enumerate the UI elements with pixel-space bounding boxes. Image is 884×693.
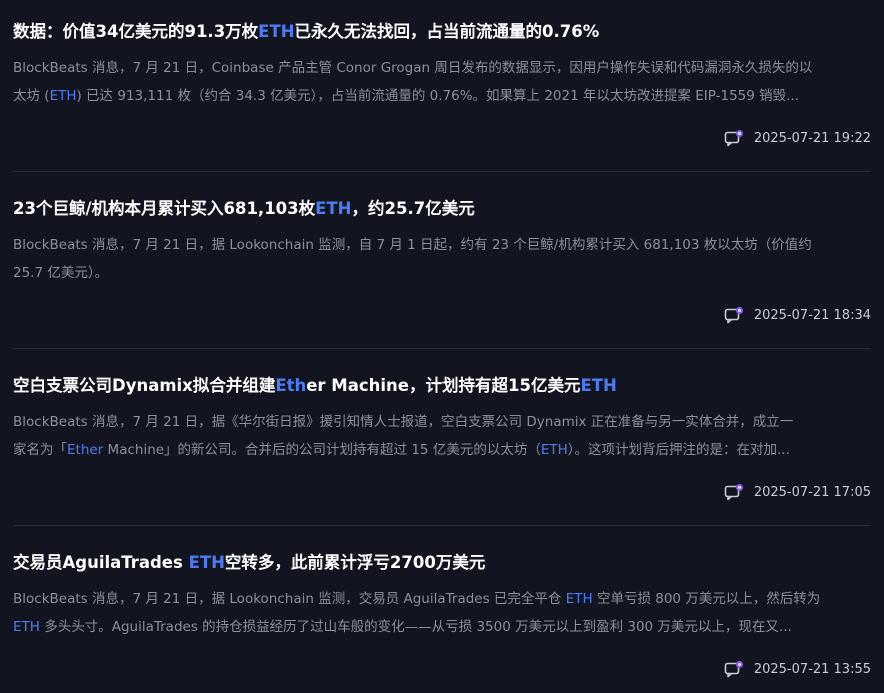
divider: [13, 348, 871, 349]
news-summary: BlockBeats 消息，7 月 21 日，据《华尔街日报》援引知情人士报道，…: [13, 408, 871, 464]
timestamp: 2025-07-21 19:22: [753, 130, 871, 146]
highlight-link[interactable]: ETH: [50, 88, 77, 104]
news-title[interactable]: 23个巨鲸/机构本月累计买入681,103枚ETH，约25.7亿美元: [13, 197, 871, 221]
title-text: 已永久无法找回，占当前流通量的0.76%: [294, 22, 600, 41]
share-icon[interactable]: [724, 660, 744, 678]
divider: [13, 525, 871, 526]
title-highlight: ETH: [188, 553, 225, 572]
summary-line: 家名为「Ether Machine」的新公司。合并后的公司计划持有超过 15 亿…: [13, 442, 790, 458]
share-icon[interactable]: [724, 306, 744, 324]
highlight-link[interactable]: ETH: [13, 619, 40, 635]
news-item[interactable]: 数据：价值34亿美元的91.3万枚ETH已永久无法找回，占当前流通量的0.76%…: [13, 20, 871, 110]
news-meta: 2025-07-21 18:34: [724, 305, 871, 325]
news-item[interactable]: 空白支票公司Dynamix拟合并组建Ether Machine，计划持有超15亿…: [13, 374, 871, 464]
news-title[interactable]: 数据：价值34亿美元的91.3万枚ETH已永久无法找回，占当前流通量的0.76%: [13, 20, 871, 44]
summary-line: 25.7 亿美元）。: [13, 265, 109, 281]
summary-line: BlockBeats 消息，7 月 21 日，据 Lookonchain 监测，…: [13, 591, 821, 607]
news-title[interactable]: 空白支票公司Dynamix拟合并组建Ether Machine，计划持有超15亿…: [13, 374, 871, 398]
news-meta: 2025-07-21 17:05: [724, 482, 871, 502]
summary-line: BlockBeats 消息，7 月 21 日，据 Lookonchain 监测，…: [13, 237, 812, 253]
timestamp: 2025-07-21 18:34: [753, 307, 871, 323]
news-item[interactable]: 交易员AguilaTrades ETH空转多，此前累计浮亏2700万美元 Blo…: [13, 551, 871, 641]
share-icon[interactable]: [724, 483, 744, 501]
title-highlight: ETH: [580, 376, 617, 395]
timestamp: 2025-07-21 13:55: [753, 661, 871, 677]
share-icon[interactable]: [724, 129, 744, 147]
news-meta: 2025-07-21 13:55: [724, 659, 871, 679]
highlight-link[interactable]: Ether: [67, 442, 103, 458]
news-feed: 数据：价值34亿美元的91.3万枚ETH已永久无法找回，占当前流通量的0.76%…: [0, 0, 884, 693]
title-text: 交易员AguilaTrades: [13, 553, 189, 572]
title-text: er Machine，计划持有超15亿美元: [306, 376, 581, 395]
summary-line: BlockBeats 消息，7 月 21 日，据《华尔街日报》援引知情人士报道，…: [13, 414, 794, 430]
news-item[interactable]: 23个巨鲸/机构本月累计买入681,103枚ETH，约25.7亿美元 Block…: [13, 197, 871, 287]
news-meta: 2025-07-21 19:22: [724, 128, 871, 148]
title-text: 23个巨鲸/机构本月累计买入681,103枚: [13, 199, 316, 218]
timestamp: 2025-07-21 17:05: [753, 484, 871, 500]
title-text: 空转多，此前累计浮亏2700万美元: [224, 553, 486, 572]
highlight-link[interactable]: ETH: [541, 442, 568, 458]
news-title[interactable]: 交易员AguilaTrades ETH空转多，此前累计浮亏2700万美元: [13, 551, 871, 575]
title-highlight: ETH: [258, 22, 295, 41]
news-summary: BlockBeats 消息，7 月 21 日，Coinbase 产品主管 Con…: [13, 54, 871, 110]
summary-line: ETH 多头头寸。AguilaTrades 的持仓损益经历了过山车般的变化——从…: [13, 619, 792, 635]
news-summary: BlockBeats 消息，7 月 21 日，据 Lookonchain 监测，…: [13, 231, 871, 287]
highlight-link[interactable]: ETH: [566, 591, 593, 607]
title-text: 数据：价值34亿美元的91.3万枚: [13, 22, 259, 41]
title-highlight: ETH: [315, 199, 352, 218]
divider: [13, 171, 871, 172]
title-highlight: Eth: [275, 376, 307, 395]
title-text: ，约25.7亿美元: [351, 199, 475, 218]
summary-line: 太坊 (ETH) 已达 913,111 枚（约合 34.3 亿美元），占当前流通…: [13, 88, 800, 104]
news-summary: BlockBeats 消息，7 月 21 日，据 Lookonchain 监测，…: [13, 585, 871, 641]
summary-line: BlockBeats 消息，7 月 21 日，Coinbase 产品主管 Con…: [13, 60, 813, 76]
title-text: 空白支票公司Dynamix拟合并组建: [13, 376, 276, 395]
